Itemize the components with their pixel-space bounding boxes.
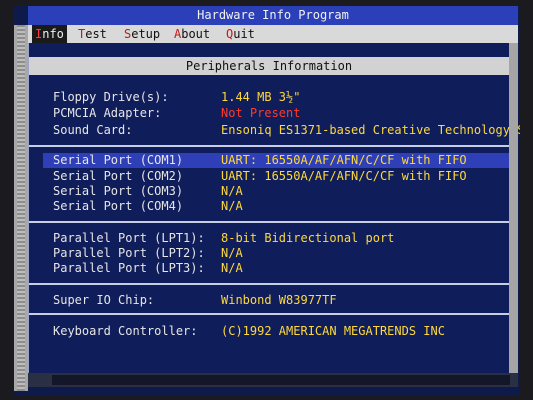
- serial-port-label: Serial Port (COM3): [53, 184, 184, 198]
- parallel-port-label: Parallel Port (LPT1):: [53, 231, 205, 245]
- serial-port-value: N/A: [221, 184, 243, 198]
- serial-port-label: Serial Port (COM2): [53, 169, 184, 183]
- parallel-port-label: Parallel Port (LPT2):: [53, 246, 205, 260]
- floppy-label: Floppy Drive(s):: [53, 90, 169, 104]
- menu-item-about[interactable]: About: [174, 25, 210, 43]
- serial-port-value: UART: 16550A/AF/AFN/C/CF with FIFO: [221, 169, 467, 183]
- keyboard-controller-value: (C)1992 AMERICAN MEGATRENDS INC: [221, 324, 445, 338]
- menu-item-quit[interactable]: Quit: [226, 25, 255, 43]
- parallel-port-value: N/A: [221, 246, 243, 260]
- floppy-value: 1.44 MB 3½": [221, 90, 301, 104]
- serial-port-value: UART: 16550A/AF/AFN/C/CF with FIFO: [221, 153, 467, 167]
- super-io-value: Winbond W83977TF: [221, 293, 337, 307]
- keyboard-controller-label: Keyboard Controller:: [53, 324, 198, 338]
- panel-header: Peripherals Information: [29, 57, 509, 75]
- serial-port-label: Serial Port (COM4): [53, 199, 184, 213]
- left-scroll-strip: [14, 25, 28, 391]
- peripherals-panel: Peripherals Information Floppy Drive(s):…: [28, 43, 520, 373]
- pcmcia-value: Not Present: [221, 106, 301, 120]
- divider: [29, 145, 509, 147]
- menu-item-setup[interactable]: Setup: [124, 25, 160, 43]
- sound-label: Sound Card:: [53, 123, 133, 137]
- divider: [29, 283, 509, 285]
- menu-label: uit: [233, 27, 255, 41]
- parallel-port-value: 8-bit Bidirectional port: [221, 231, 395, 245]
- serial-port-label: Serial Port (COM1): [53, 153, 184, 167]
- menu-label: nfo: [42, 27, 64, 41]
- window-title: Hardware Info Program: [28, 6, 518, 25]
- sound-value: Ensoniq ES1371-based Creative Technology…: [221, 123, 520, 137]
- menu-label: etup: [131, 27, 161, 41]
- right-scrollbar[interactable]: [510, 43, 518, 373]
- parallel-port-value: N/A: [221, 261, 243, 275]
- menu-label: bout: [181, 27, 211, 41]
- divider: [29, 221, 509, 223]
- serial-port-row[interactable]: Serial Port (COM1) UART: 16550A/AF/AFN/C…: [43, 153, 509, 168]
- bios-screen: Hardware Info Program Info Test Setup Ab…: [14, 6, 520, 396]
- pcmcia-label: PCMCIA Adapter:: [53, 106, 162, 120]
- status-bar-fill: [52, 375, 510, 385]
- menu-label: est: [85, 27, 107, 41]
- menu-item-info[interactable]: Info: [32, 25, 67, 43]
- menu-item-test[interactable]: Test: [78, 25, 107, 43]
- menu-bar: Info Test Setup About Quit: [28, 25, 518, 43]
- divider: [29, 313, 509, 315]
- serial-port-value: N/A: [221, 199, 243, 213]
- super-io-label: Super IO Chip:: [53, 293, 155, 307]
- status-bar: [28, 373, 518, 387]
- parallel-port-label: Parallel Port (LPT3):: [53, 261, 205, 275]
